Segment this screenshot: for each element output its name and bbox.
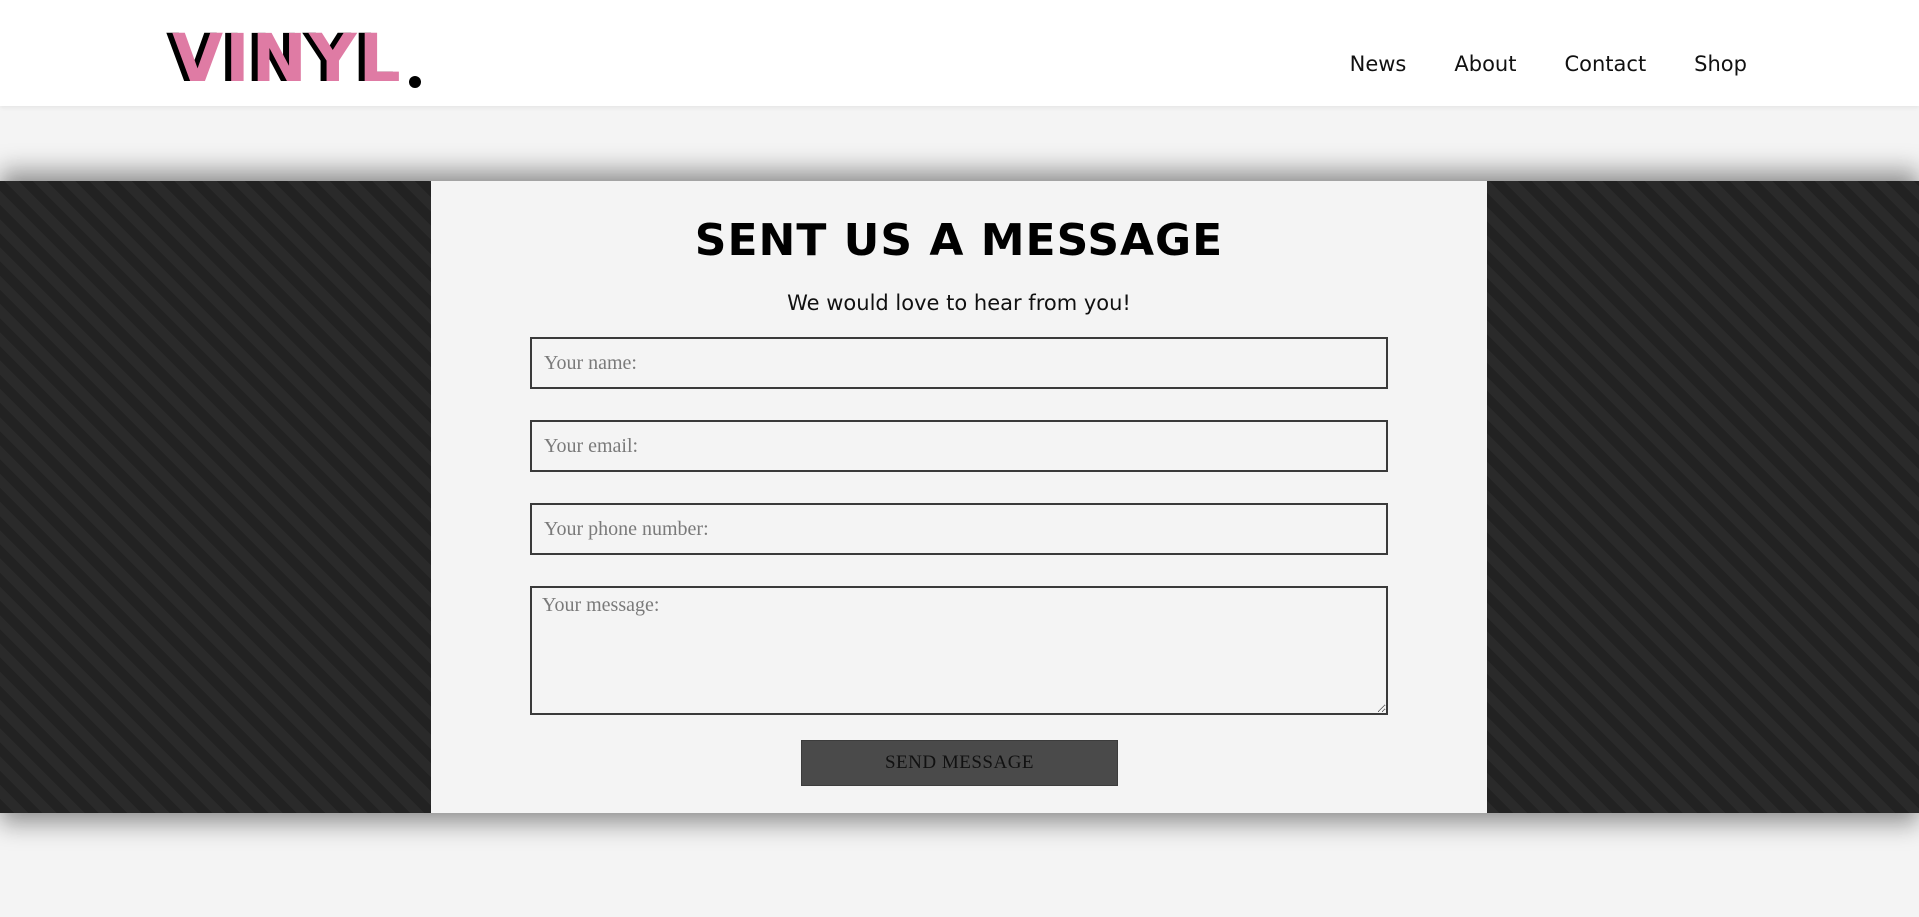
contact-form-subtitle: We would love to hear from you!	[787, 291, 1131, 315]
site-logo[interactable]: VINYL	[172, 26, 421, 92]
send-message-button[interactable]: SEND MESSAGE	[801, 740, 1118, 786]
nav-link-news[interactable]: News	[1350, 52, 1407, 76]
phone-input[interactable]	[530, 503, 1388, 555]
contact-form-panel: SENT US A MESSAGE We would love to hear …	[431, 181, 1487, 813]
main-nav: News About Contact Shop	[1350, 52, 1747, 76]
nav-link-shop[interactable]: Shop	[1694, 52, 1747, 76]
nav-link-contact[interactable]: Contact	[1564, 52, 1646, 76]
name-input[interactable]	[530, 337, 1388, 389]
site-header: VINYL News About Contact Shop	[0, 0, 1919, 106]
logo-text: VINYL	[172, 20, 403, 97]
email-input[interactable]	[530, 420, 1388, 472]
message-textarea[interactable]	[530, 586, 1388, 715]
logo-dot	[408, 76, 421, 88]
contact-form-title: SENT US A MESSAGE	[694, 215, 1224, 266]
nav-link-about[interactable]: About	[1454, 52, 1516, 76]
